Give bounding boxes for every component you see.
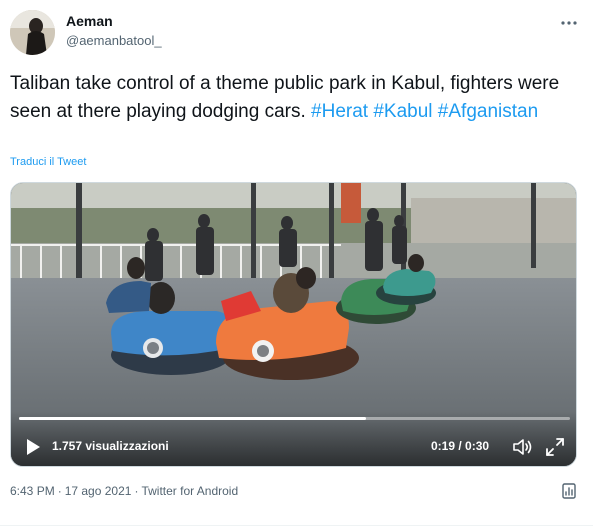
volume-icon (513, 439, 532, 455)
author-display-name[interactable]: Aeman (66, 13, 113, 29)
play-button[interactable] (23, 437, 43, 457)
volume-button[interactable] (511, 436, 533, 458)
video-player[interactable]: 1.757 visualizzazioni 0:19 / 0:30 (10, 182, 577, 467)
fullscreen-button[interactable] (544, 436, 566, 458)
tweet-time[interactable]: 6:43 PM (10, 484, 55, 498)
tweet-date[interactable]: 17 ago 2021 (65, 484, 132, 498)
hashtag-afganistan[interactable]: #Afganistan (438, 101, 538, 122)
more-options-button[interactable] (556, 12, 582, 34)
video-progress-fill (19, 417, 367, 420)
video-progress-bar[interactable] (19, 417, 570, 420)
tweet-text: Taliban take control of a theme public p… (10, 70, 580, 126)
view-count: 1.757 visualizzazioni (52, 439, 169, 453)
hashtag-kabul[interactable]: #Kabul (373, 101, 432, 122)
tweet-card: Aeman @aemanbatool_ Taliban take control… (0, 0, 593, 526)
meta-separator: · (57, 484, 62, 498)
hashtag-herat[interactable]: #Herat (311, 101, 368, 122)
author-handle[interactable]: @aemanbatool_ (66, 33, 162, 48)
analytics-button[interactable] (560, 482, 578, 500)
more-dots-icon (561, 21, 577, 25)
play-icon (27, 439, 40, 455)
video-time: 0:19 / 0:30 (431, 439, 490, 453)
meta-separator: · (134, 484, 139, 498)
avatar[interactable] (10, 10, 55, 55)
tweet-meta: 6:43 PM · 17 ago 2021 · Twitter for Android (10, 484, 238, 498)
video-controls: 1.757 visualizzazioni 0:19 / 0:30 (11, 411, 576, 466)
fullscreen-icon (546, 438, 564, 456)
tweet-source[interactable]: Twitter for Android (141, 484, 238, 498)
analytics-icon (562, 483, 576, 499)
translate-tweet-link[interactable]: Traduci il Tweet (10, 156, 86, 168)
